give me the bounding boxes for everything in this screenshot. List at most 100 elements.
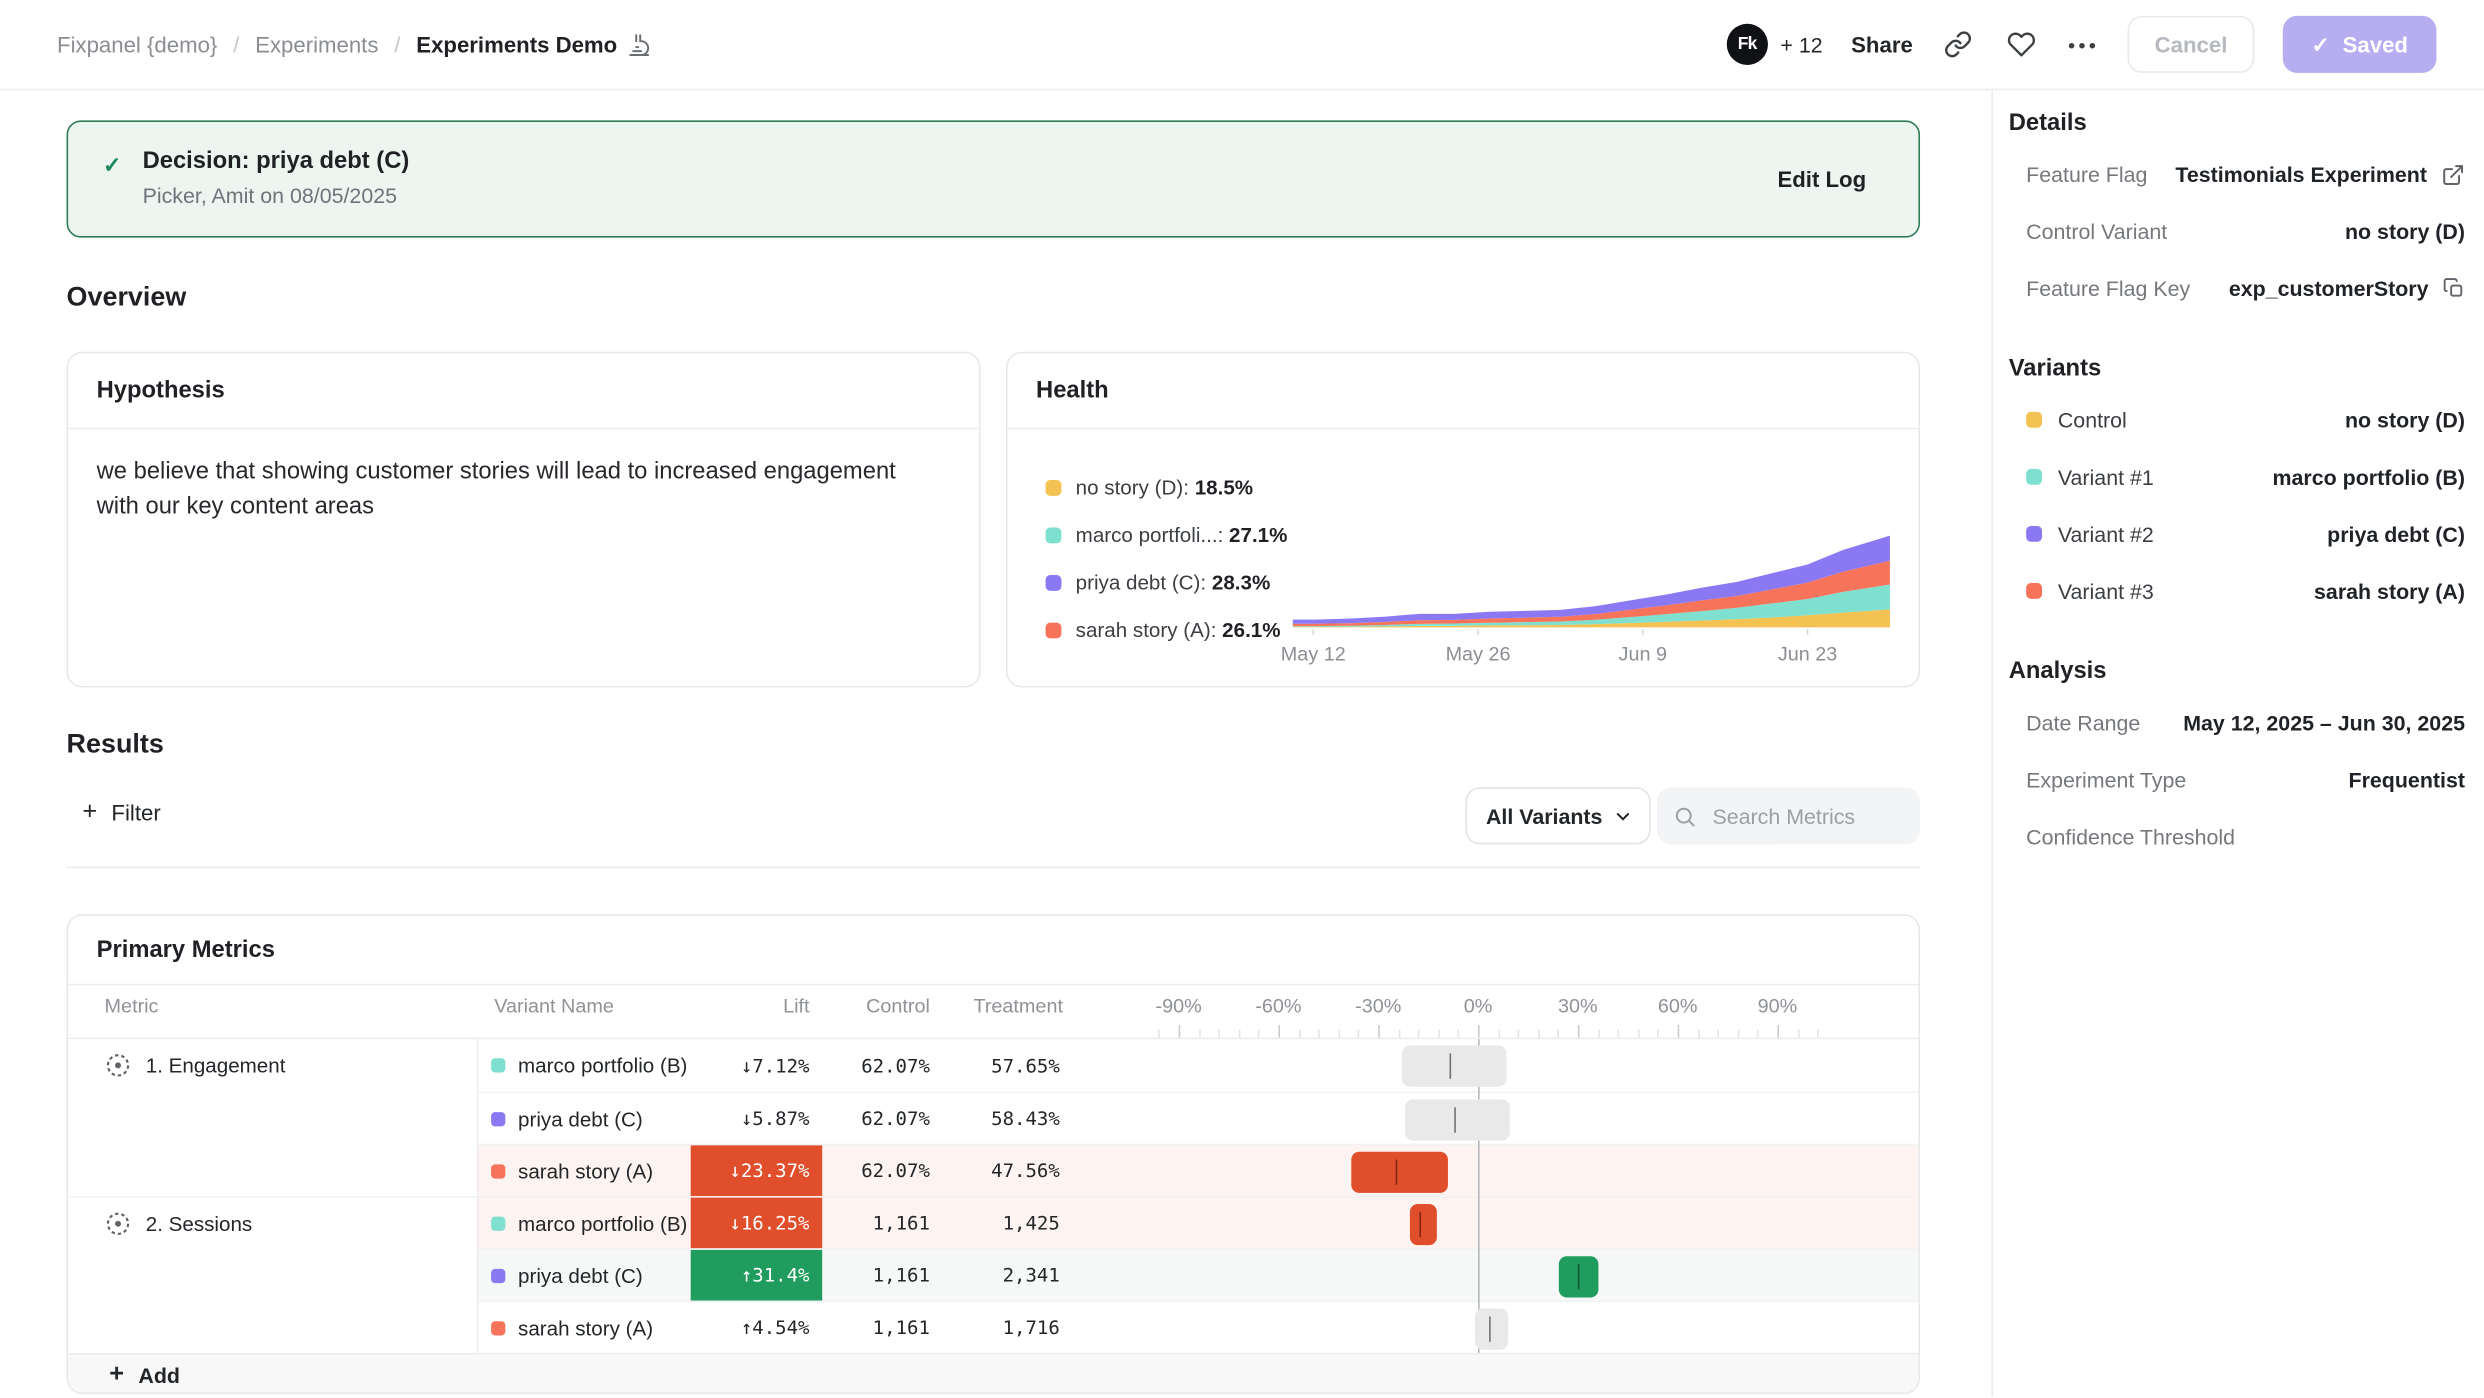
control-variant-value: no story (D): [2345, 219, 2465, 243]
top-bar: Fixpanel {demo} / Experiments / Experime…: [0, 0, 2484, 90]
hypothesis-card: Hypothesis we believe that showing custo…: [67, 352, 981, 688]
variant-label: Control: [2058, 408, 2127, 432]
confidence-interval-bar[interactable]: [1352, 1151, 1448, 1192]
axis-ruler: [1079, 1022, 1920, 1038]
table-row[interactable]: sarah story (A) ↑4.54% 1,161 1,716: [68, 1301, 1918, 1353]
variant-value: marco portfolio (B): [2273, 465, 2465, 489]
metric-cell: [68, 1144, 478, 1196]
share-button[interactable]: Share: [1851, 32, 1913, 57]
header-actions: Fk + 12 Share ••• Cancel ✓ Saved: [1727, 16, 2437, 73]
external-link-icon[interactable]: [2441, 162, 2465, 186]
plus-icon: +: [82, 800, 97, 825]
decision-title: Decision: priya debt (C): [143, 147, 410, 174]
axis-tick-label: 30%: [1540, 995, 1616, 1017]
breadcrumb-experiments[interactable]: Experiments: [255, 32, 378, 57]
variant-color-swatch: [491, 1320, 505, 1334]
health-stacked-area-chart: [1293, 504, 1892, 637]
analysis-label: Date Range: [2026, 711, 2140, 735]
legend-item: sarah story (A): 26.1%: [1046, 618, 1281, 642]
variant-value: priya debt (C): [2327, 522, 2465, 546]
point-estimate-tick: [1419, 1211, 1421, 1236]
microscope-icon: [627, 32, 651, 56]
confidence-interval-bar[interactable]: [1558, 1255, 1598, 1296]
axis-tick-label: 90%: [1739, 995, 1815, 1017]
plus-icon: +: [109, 1362, 124, 1387]
more-options-button[interactable]: •••: [2068, 32, 2099, 56]
table-row[interactable]: 1. Engagement marco portfolio (B) ↓7.12%…: [68, 1039, 1918, 1091]
detail-row: Feature Flag Testimonials Experiment: [2009, 146, 2465, 203]
treatment-cell: 1,425: [949, 1198, 1076, 1249]
breadcrumb-project[interactable]: Fixpanel {demo}: [57, 32, 217, 57]
metric-cell: [68, 1092, 478, 1144]
lift-cell: ↓7.12%: [691, 1039, 822, 1091]
avatar[interactable]: Fk: [1727, 24, 1768, 65]
metric-name: 1. Engagement: [146, 1053, 286, 1077]
edit-log-button[interactable]: Edit Log: [1777, 166, 1866, 191]
axis-tick-label: -30%: [1340, 995, 1416, 1017]
legend-swatch: [1046, 622, 1062, 638]
metric-cell: [68, 1248, 478, 1300]
table-row[interactable]: 2. Sessions marco portfolio (B) ↓16.25% …: [68, 1196, 1918, 1248]
variants-filter-dropdown[interactable]: All Variants: [1465, 787, 1650, 844]
analysis-heading: Analysis: [2009, 657, 2465, 684]
add-metric-button[interactable]: + Add: [68, 1353, 1918, 1394]
legend-swatch: [1046, 527, 1062, 543]
check-icon: ✓: [103, 152, 122, 179]
primary-metrics-card: Primary Metrics Metric Variant Name Lift…: [67, 914, 1920, 1394]
overview-heading: Overview: [67, 282, 187, 314]
analysis-row: Confidence Threshold: [2009, 808, 2465, 865]
analysis-row: Date Range May 12, 2025 – Jun 30, 2025: [2009, 694, 2465, 751]
main-content: ✓ Decision: priya debt (C) Picker, Amit …: [0, 90, 1991, 1397]
breadcrumb-separator: /: [394, 32, 400, 57]
legend-label: sarah story (A): 26.1%: [1076, 618, 1281, 642]
variant-color-swatch: [2026, 469, 2042, 485]
metric-cell[interactable]: 2. Sessions: [68, 1196, 478, 1248]
x-axis-label: May 26: [1423, 643, 1534, 665]
confidence-interval-bar[interactable]: [1405, 1099, 1510, 1140]
point-estimate-tick: [1578, 1263, 1580, 1288]
confidence-interval-bar[interactable]: [1475, 1308, 1508, 1349]
copy-link-icon[interactable]: [1941, 27, 1976, 62]
axis-tick-label: -90%: [1141, 995, 1217, 1017]
confidence-interval-cell: [1076, 1039, 1919, 1091]
favorite-heart-icon[interactable]: [2005, 27, 2040, 62]
metric-name: 2. Sessions: [146, 1211, 252, 1235]
variant-name: priya debt (C): [518, 1107, 643, 1131]
col-treatment: Treatment: [952, 995, 1063, 1017]
primary-metrics-title: Primary Metrics: [68, 916, 1918, 986]
experiment-type-value: Frequentist: [2349, 768, 2465, 792]
metric-cell: [68, 1301, 478, 1353]
variant-cell: marco portfolio (B): [478, 1039, 690, 1091]
table-row[interactable]: priya debt (C) ↓5.87% 62.07% 58.43%: [68, 1092, 1918, 1144]
zero-gridline: [1478, 1039, 1480, 1353]
metric-cell[interactable]: 1. Engagement: [68, 1039, 478, 1091]
variant-cell: sarah story (A): [478, 1145, 690, 1196]
control-cell: 62.07%: [822, 1145, 949, 1196]
col-lift: Lift: [694, 995, 810, 1017]
confidence-interval-bar[interactable]: [1410, 1203, 1437, 1244]
page-title: Experiments Demo: [416, 32, 617, 57]
feature-flag-value[interactable]: Testimonials Experiment: [2175, 162, 2427, 186]
feature-flag-key-value: exp_customerStory: [2229, 276, 2429, 300]
lift-cell-negative: ↓23.37%: [691, 1145, 822, 1196]
collaborator-count[interactable]: + 12: [1780, 32, 1822, 56]
variant-color-swatch: [491, 1111, 505, 1125]
details-sidebar: Details Feature Flag Testimonials Experi…: [1991, 90, 2484, 1397]
table-row[interactable]: priya debt (C) ↑31.4% 1,161 2,341: [68, 1248, 1918, 1300]
analysis-label: Experiment Type: [2026, 768, 2186, 792]
table-row[interactable]: sarah story (A) ↓23.37% 62.07% 47.56%: [68, 1144, 1918, 1196]
saved-button[interactable]: ✓ Saved: [2283, 16, 2437, 73]
lift-cell: ↓5.87%: [691, 1093, 822, 1144]
hypothesis-body[interactable]: we believe that showing customer stories…: [68, 429, 955, 549]
confidence-interval-bar[interactable]: [1402, 1045, 1507, 1086]
legend-label: marco portfoli...: 27.1%: [1076, 523, 1288, 547]
cancel-button[interactable]: Cancel: [2128, 16, 2255, 73]
copy-icon[interactable]: [2443, 277, 2465, 299]
check-icon: ✓: [2311, 31, 2330, 58]
variant-cell: marco portfolio (B): [478, 1198, 690, 1249]
x-axis-label: Jun 9: [1587, 643, 1698, 665]
detail-label: Control Variant: [2026, 219, 2167, 243]
detail-row: Control Variant no story (D): [2009, 203, 2465, 260]
search-metrics-input[interactable]: [1709, 802, 1899, 829]
add-filter-button[interactable]: + Filter: [82, 800, 160, 825]
